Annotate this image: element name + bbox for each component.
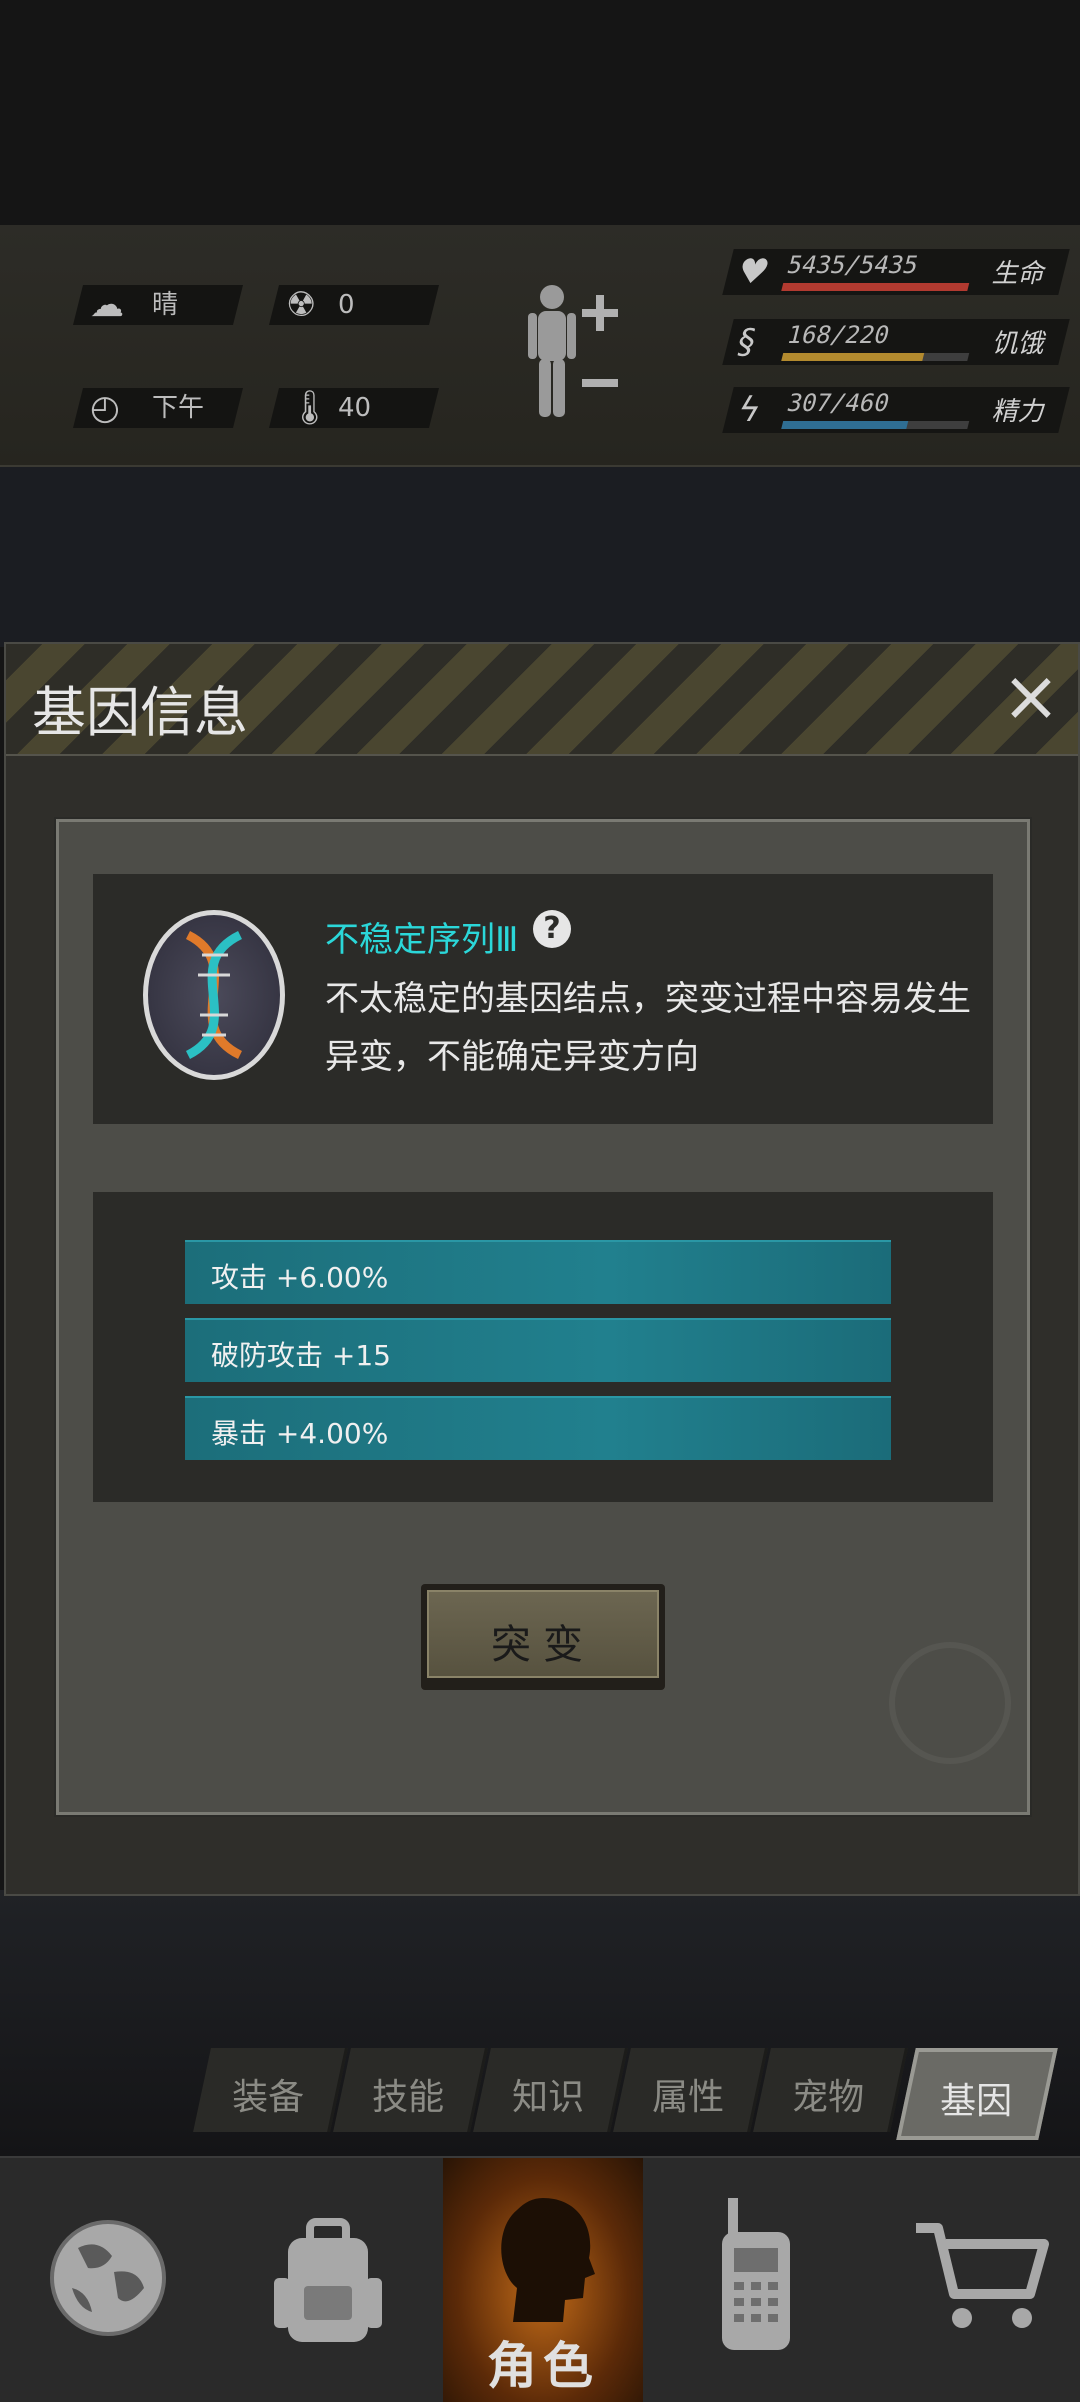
backpack-icon bbox=[274, 2218, 382, 2342]
nav-radio[interactable] bbox=[648, 2158, 864, 2402]
close-button[interactable]: × bbox=[996, 661, 1066, 734]
head-silhouette-icon bbox=[501, 2198, 595, 2322]
tab-label: 属性 bbox=[652, 2077, 725, 2118]
health-bar bbox=[781, 283, 970, 291]
nav-inventory[interactable] bbox=[216, 2158, 432, 2402]
gene-card: 不稳定序列Ⅲ ? 不太稳定的基因结点，突变过程中容易发生异变，不能确定异变方向 bbox=[93, 874, 993, 1124]
cart-icon bbox=[916, 2223, 1049, 2328]
brain-icon: ϟ bbox=[733, 390, 766, 430]
modal-title: 基因信息 bbox=[32, 681, 248, 744]
tab-label: 装备 bbox=[232, 2077, 305, 2118]
attribute-row: 暴击 +4.00% bbox=[185, 1396, 891, 1460]
character-tabs: 装备 技能 知识 属性 宠物 基因 bbox=[190, 2048, 1070, 2140]
mutate-button-face: 突变 bbox=[427, 1590, 659, 1678]
tab-label: 知识 bbox=[512, 2077, 585, 2118]
nav-shop[interactable] bbox=[864, 2158, 1080, 2402]
temperature-chip: 🌡 40 bbox=[269, 388, 439, 428]
temperature-value: 40 bbox=[338, 393, 372, 423]
attribute-text: 暴击 +4.00% bbox=[211, 1417, 389, 1450]
health-label: 生命 bbox=[989, 259, 1050, 289]
hunger-value: 168/220 bbox=[784, 321, 893, 349]
energy-label: 精力 bbox=[989, 397, 1050, 427]
dna-icon bbox=[143, 910, 285, 1080]
time-label: 下午 bbox=[152, 393, 205, 423]
modal-header: 基因信息 × bbox=[6, 644, 1078, 756]
tab-skills[interactable]: 技能 bbox=[333, 2048, 488, 2132]
radiation-value: 0 bbox=[338, 290, 355, 320]
help-icon[interactable]: ? bbox=[533, 910, 571, 948]
tab-equipment[interactable]: 装备 bbox=[193, 2048, 348, 2132]
thermometer-icon: 🌡 bbox=[288, 388, 332, 428]
nav-map[interactable] bbox=[0, 2158, 216, 2402]
attribute-text: 破防攻击 +15 bbox=[211, 1339, 391, 1372]
radiation-chip: ☢ 0 bbox=[269, 285, 439, 325]
health-value: 5435/5435 bbox=[784, 251, 922, 279]
tab-knowledge[interactable]: 知识 bbox=[473, 2048, 628, 2132]
close-icon: × bbox=[1001, 655, 1061, 737]
body-figure-icon[interactable] bbox=[520, 281, 630, 421]
walkie-talkie-icon bbox=[722, 2198, 790, 2350]
hunger-label: 饥饿 bbox=[989, 329, 1050, 359]
time-chip: ◴ 下午 bbox=[73, 388, 243, 428]
tab-pets[interactable]: 宠物 bbox=[753, 2048, 908, 2132]
tab-label: 技能 bbox=[372, 2077, 445, 2118]
hunger-bar bbox=[781, 353, 970, 361]
attribute-panel: 攻击 +6.00% 破防攻击 +15 暴击 +4.00% bbox=[93, 1192, 993, 1502]
bottom-nav: 角色 bbox=[0, 2156, 1080, 2402]
energy-value: 307/460 bbox=[784, 389, 893, 417]
stat-hunger: § 168/220 饥饿 bbox=[722, 319, 1070, 365]
mutate-label: 突变 bbox=[491, 1622, 595, 1668]
radiation-watermark-icon bbox=[889, 1642, 1011, 1764]
tab-label: 宠物 bbox=[792, 2077, 865, 2118]
cloud-icon: ☁ bbox=[90, 285, 124, 325]
nav-character[interactable]: 角色 bbox=[443, 2158, 643, 2402]
stat-health: ♥ 5435/5435 生命 bbox=[722, 249, 1070, 295]
background-scene bbox=[0, 467, 1080, 647]
clock-icon: ◴ bbox=[90, 388, 120, 428]
heart-icon: ♥ bbox=[733, 252, 774, 292]
stat-energy: ϟ 307/460 精力 bbox=[722, 387, 1070, 433]
attribute-text: 攻击 +6.00% bbox=[211, 1261, 389, 1294]
stomach-icon: § bbox=[733, 322, 760, 362]
gene-description: 不太稳定的基因结点，突变过程中容易发生异变，不能确定异变方向 bbox=[325, 979, 971, 1077]
nav-character-label: 角色 bbox=[487, 2337, 599, 2395]
energy-bar bbox=[781, 421, 970, 429]
tab-attributes[interactable]: 属性 bbox=[613, 2048, 768, 2132]
mutate-button[interactable]: 突变 bbox=[421, 1584, 665, 1690]
weather-chip: ☁ 晴 bbox=[73, 285, 243, 325]
gene-panel: 不稳定序列Ⅲ ? 不太稳定的基因结点，突变过程中容易发生异变，不能确定异变方向 … bbox=[56, 819, 1030, 1815]
status-bar: ☁ 晴 ☢ 0 ◴ 下午 🌡 40 ♥ 5435/5435 生命 § 168/2… bbox=[0, 225, 1080, 467]
radiation-icon: ☢ bbox=[286, 285, 317, 325]
globe-icon bbox=[50, 2220, 166, 2336]
tab-label: 基因 bbox=[940, 2081, 1013, 2122]
attribute-row: 破防攻击 +15 bbox=[185, 1318, 891, 1382]
tab-genes[interactable]: 基因 bbox=[896, 2048, 1058, 2140]
attribute-row: 攻击 +6.00% bbox=[185, 1240, 891, 1304]
weather-label: 晴 bbox=[152, 290, 179, 320]
gene-info-modal: 基因信息 × 不稳定序列Ⅲ ? 不太稳定的基因结点，突变过程中容易发生异变，不能… bbox=[4, 642, 1080, 1896]
gene-name: 不稳定序列Ⅲ bbox=[325, 920, 519, 960]
